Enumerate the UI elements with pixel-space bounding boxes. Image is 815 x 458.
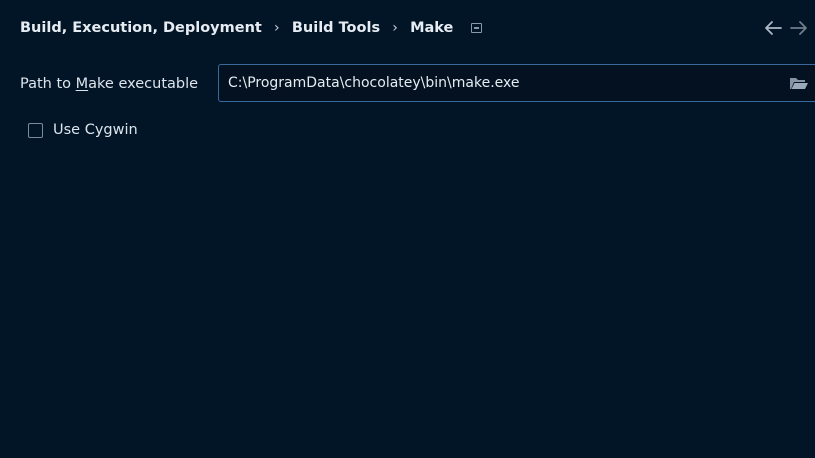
make-path-label-mnemonic: M xyxy=(75,76,89,92)
forward-button[interactable] xyxy=(788,17,810,39)
navigation-arrows xyxy=(755,17,815,39)
breadcrumb: Build, Execution, Deployment › Build Too… xyxy=(20,18,483,38)
settings-header: Build, Execution, Deployment › Build Too… xyxy=(0,0,815,56)
breadcrumb-separator: › xyxy=(392,20,398,36)
make-path-label-suffix: ake executable xyxy=(88,76,199,92)
browse-button[interactable] xyxy=(789,75,809,91)
arrow-right-icon xyxy=(790,21,807,35)
breadcrumb-item-build-execution-deployment[interactable]: Build, Execution, Deployment xyxy=(20,20,262,36)
make-path-label: Path to Make executable xyxy=(20,74,198,94)
pin-icon[interactable] xyxy=(471,23,483,33)
breadcrumb-item-build-tools[interactable]: Build Tools xyxy=(292,20,380,36)
use-cygwin-label: Use Cygwin xyxy=(53,122,138,138)
make-path-input[interactable] xyxy=(228,65,778,101)
arrow-left-icon xyxy=(765,21,782,35)
make-path-label-prefix: Path to xyxy=(20,76,76,92)
breadcrumb-item-make: Make xyxy=(410,20,454,36)
back-button[interactable] xyxy=(762,17,784,39)
use-cygwin-option[interactable]: Use Cygwin xyxy=(28,120,138,140)
breadcrumb-separator: › xyxy=(274,20,280,36)
folder-open-icon xyxy=(790,78,808,89)
make-path-field xyxy=(218,64,815,102)
use-cygwin-checkbox[interactable] xyxy=(28,122,43,138)
